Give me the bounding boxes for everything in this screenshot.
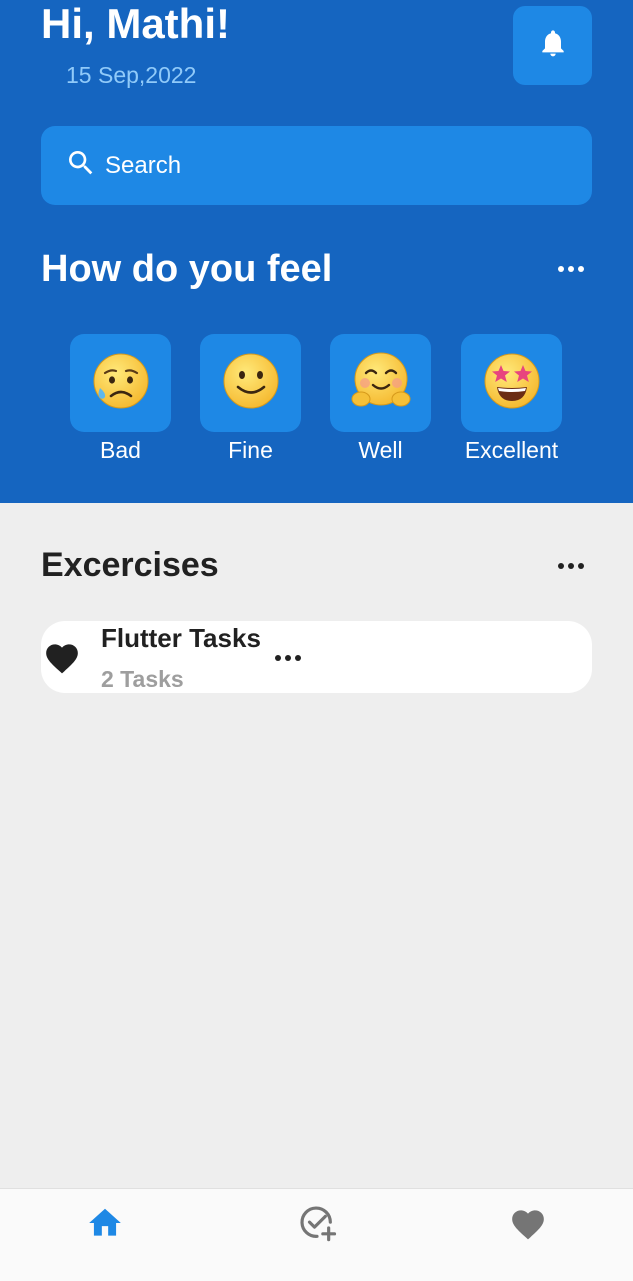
search-bar[interactable]: [41, 126, 592, 205]
bottom-navigation: [0, 1188, 633, 1281]
mood-fine[interactable]: Fine: [200, 334, 301, 464]
smile-emoji-icon: [221, 351, 281, 416]
mood-excellent[interactable]: Excellent: [461, 334, 562, 464]
home-icon: [86, 1204, 124, 1247]
exercises-more-icon[interactable]: [558, 561, 588, 571]
task-title: Flutter Tasks: [101, 623, 261, 653]
nav-home-button[interactable]: [85, 1205, 125, 1245]
feel-title: How do you feel: [41, 248, 333, 290]
greeting: Hi, Mathi!: [41, 0, 230, 47]
task-card-flutter-tasks[interactable]: Flutter Tasks 2 Tasks: [41, 621, 592, 693]
mood-well-tile: [330, 334, 431, 432]
mood-bad-tile: [70, 334, 171, 432]
notifications-button[interactable]: [513, 6, 592, 85]
mood-excellent-label: Excellent: [464, 437, 559, 463]
sad-tear-emoji-icon: [91, 351, 151, 416]
mood-well-label: Well: [358, 437, 403, 463]
heart-icon: [43, 639, 81, 680]
exercises-title: Excercises: [41, 546, 219, 584]
star-eyes-emoji-icon: [482, 351, 542, 416]
mood-bad-label: Bad: [100, 437, 141, 463]
task-count: 2 Tasks: [101, 666, 184, 692]
mood-bad[interactable]: Bad: [70, 334, 171, 464]
search-icon: [65, 147, 97, 184]
task-add-icon: [297, 1203, 337, 1248]
heart-icon: [509, 1205, 547, 1246]
mood-fine-label: Fine: [228, 437, 273, 463]
nav-tasks-button[interactable]: [297, 1205, 337, 1245]
mood-fine-tile: [200, 334, 301, 432]
header: Hi, Mathi! 15 Sep,2022 How do you feel: [0, 0, 633, 503]
search-input[interactable]: [103, 150, 587, 181]
mood-excellent-tile: [461, 334, 562, 432]
hugging-emoji-icon: [351, 351, 411, 416]
bell-icon: [537, 27, 569, 64]
nav-favorites-button[interactable]: [508, 1205, 548, 1245]
feel-more-icon[interactable]: [558, 264, 588, 274]
task-more-icon[interactable]: [275, 653, 305, 663]
mood-well[interactable]: Well: [330, 334, 431, 464]
date-label: 15 Sep,2022: [66, 62, 197, 88]
